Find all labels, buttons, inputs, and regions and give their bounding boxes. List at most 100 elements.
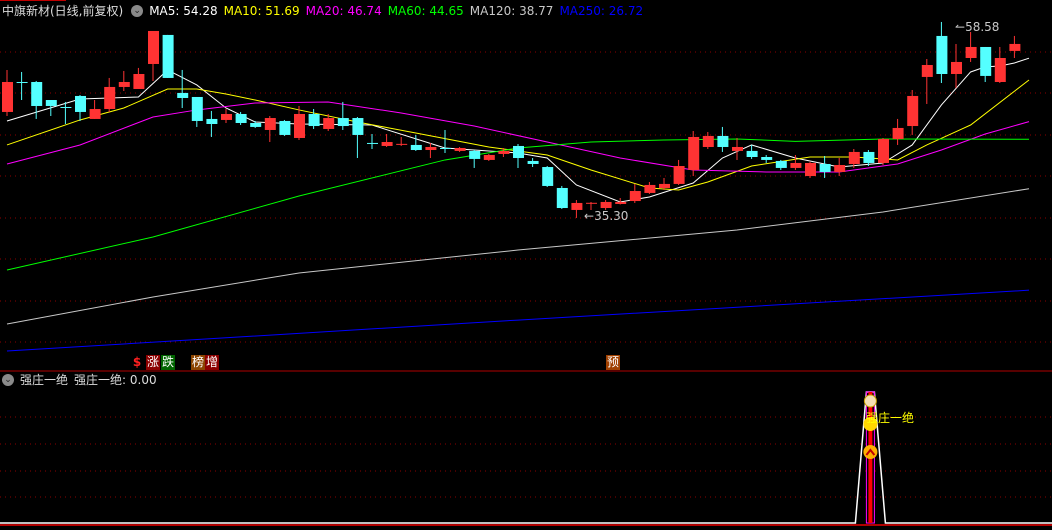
candle-body bbox=[980, 46, 992, 76]
candle-body bbox=[790, 162, 802, 168]
fall-signal[interactable]: 跌 bbox=[161, 355, 175, 370]
candle-up bbox=[965, 31, 977, 62]
candle-body bbox=[702, 135, 714, 147]
candle-up bbox=[118, 70, 130, 92]
candle-body bbox=[279, 120, 291, 135]
candle-down bbox=[556, 185, 568, 209]
moving-average-lines bbox=[6, 57, 1030, 352]
candle-up bbox=[629, 183, 641, 203]
candle-body bbox=[527, 160, 539, 164]
list-signal[interactable]: 榜 bbox=[191, 355, 205, 370]
dollar-signal-icon[interactable]: $ bbox=[130, 355, 144, 370]
candle-up bbox=[221, 109, 232, 123]
candle-body bbox=[994, 58, 1006, 82]
candle-down bbox=[45, 100, 57, 117]
candle-up bbox=[133, 67, 145, 89]
chevron-down-icon[interactable]: ⌄ bbox=[131, 5, 144, 17]
candle-up bbox=[1009, 35, 1021, 59]
candle-up bbox=[994, 46, 1006, 84]
indicator-value: 强庄一绝: 0.00 bbox=[74, 373, 157, 387]
candle-up bbox=[644, 182, 656, 194]
candle-down bbox=[206, 110, 218, 137]
candle-body bbox=[45, 100, 57, 106]
candle-down bbox=[440, 129, 451, 153]
candle-body bbox=[352, 118, 364, 135]
high-price-label: ↼58.58 bbox=[955, 20, 1000, 34]
candle-body bbox=[60, 106, 72, 108]
candle-down bbox=[191, 96, 203, 127]
ma60-value: MA60: 44.65 bbox=[387, 4, 464, 18]
candle-up bbox=[483, 153, 495, 161]
candle-body bbox=[629, 191, 641, 202]
candle-body bbox=[717, 135, 729, 147]
up-arrow-circle-icon bbox=[863, 445, 878, 459]
candle-body bbox=[381, 142, 393, 146]
candle-body bbox=[848, 151, 860, 164]
candle-body bbox=[863, 151, 875, 163]
candle-body bbox=[746, 150, 758, 158]
ma120-line bbox=[6, 188, 1030, 325]
candle-down bbox=[279, 119, 291, 136]
candle-up bbox=[2, 69, 13, 117]
candle-up bbox=[907, 89, 919, 135]
candle-body bbox=[936, 35, 948, 74]
candles bbox=[2, 21, 1021, 218]
candle-body bbox=[600, 201, 612, 209]
candle-body bbox=[425, 146, 437, 151]
candle-body bbox=[31, 81, 43, 106]
candle-body bbox=[878, 138, 889, 163]
rise-signal[interactable]: 涨 bbox=[146, 355, 160, 370]
candle-up bbox=[454, 146, 466, 152]
candle-down bbox=[352, 117, 364, 159]
candle-body bbox=[907, 95, 919, 127]
sub-panel-grid bbox=[0, 416, 1052, 498]
candle-body bbox=[367, 142, 378, 144]
candle-body bbox=[191, 96, 203, 121]
candle-body bbox=[264, 118, 276, 130]
candle-body bbox=[235, 113, 247, 123]
candle-body bbox=[396, 143, 408, 145]
money-bag-icon bbox=[863, 394, 877, 408]
indicator-name: 强庄一绝 bbox=[20, 373, 69, 387]
candle-body bbox=[892, 127, 904, 139]
candle-body bbox=[337, 118, 349, 127]
candle-up bbox=[805, 161, 816, 178]
candle-body bbox=[586, 202, 597, 204]
candle-up bbox=[878, 137, 889, 165]
signal-text: 强庄一绝 bbox=[866, 411, 915, 425]
candle-body bbox=[16, 81, 28, 83]
candle-body bbox=[951, 61, 962, 74]
candle-down bbox=[337, 101, 349, 130]
candle-up bbox=[396, 136, 408, 146]
sub-panel-header: ⌄ 强庄一绝 强庄一绝: 0.00 bbox=[2, 372, 157, 388]
candle-body bbox=[75, 95, 86, 112]
candle-body bbox=[615, 201, 627, 204]
candle-body bbox=[483, 154, 495, 160]
forecast-signal[interactable]: 预 bbox=[606, 355, 620, 370]
candle-body bbox=[250, 122, 262, 127]
candle-up bbox=[89, 100, 101, 119]
candle-up bbox=[921, 59, 933, 104]
candle-up bbox=[381, 134, 393, 147]
candle-up bbox=[732, 137, 743, 160]
candle-body bbox=[571, 202, 583, 210]
candle-body bbox=[89, 109, 101, 119]
candle-body bbox=[513, 145, 524, 159]
ma20-value: MA20: 46.74 bbox=[305, 4, 382, 18]
candle-body bbox=[221, 113, 232, 120]
chart-header: 中旗新材(日线,前复权) ⌄ MA5: 54.28 MA10: 51.69 MA… bbox=[2, 3, 649, 19]
candle-up bbox=[148, 30, 159, 81]
candle-down bbox=[542, 166, 554, 187]
increase-signal[interactable]: 增 bbox=[205, 355, 219, 370]
candle-down bbox=[162, 34, 174, 78]
candle-down bbox=[761, 154, 773, 163]
chevron-down-icon[interactable]: ⌄ bbox=[2, 374, 14, 386]
candle-down bbox=[527, 158, 539, 168]
candle-body bbox=[965, 46, 977, 59]
candle-up bbox=[264, 116, 276, 143]
stock-title: 中旗新材(日线,前复权) bbox=[2, 4, 124, 18]
candle-body bbox=[673, 166, 685, 184]
candle-down bbox=[60, 101, 72, 125]
candle-body bbox=[498, 150, 510, 154]
candle-down bbox=[775, 159, 787, 170]
